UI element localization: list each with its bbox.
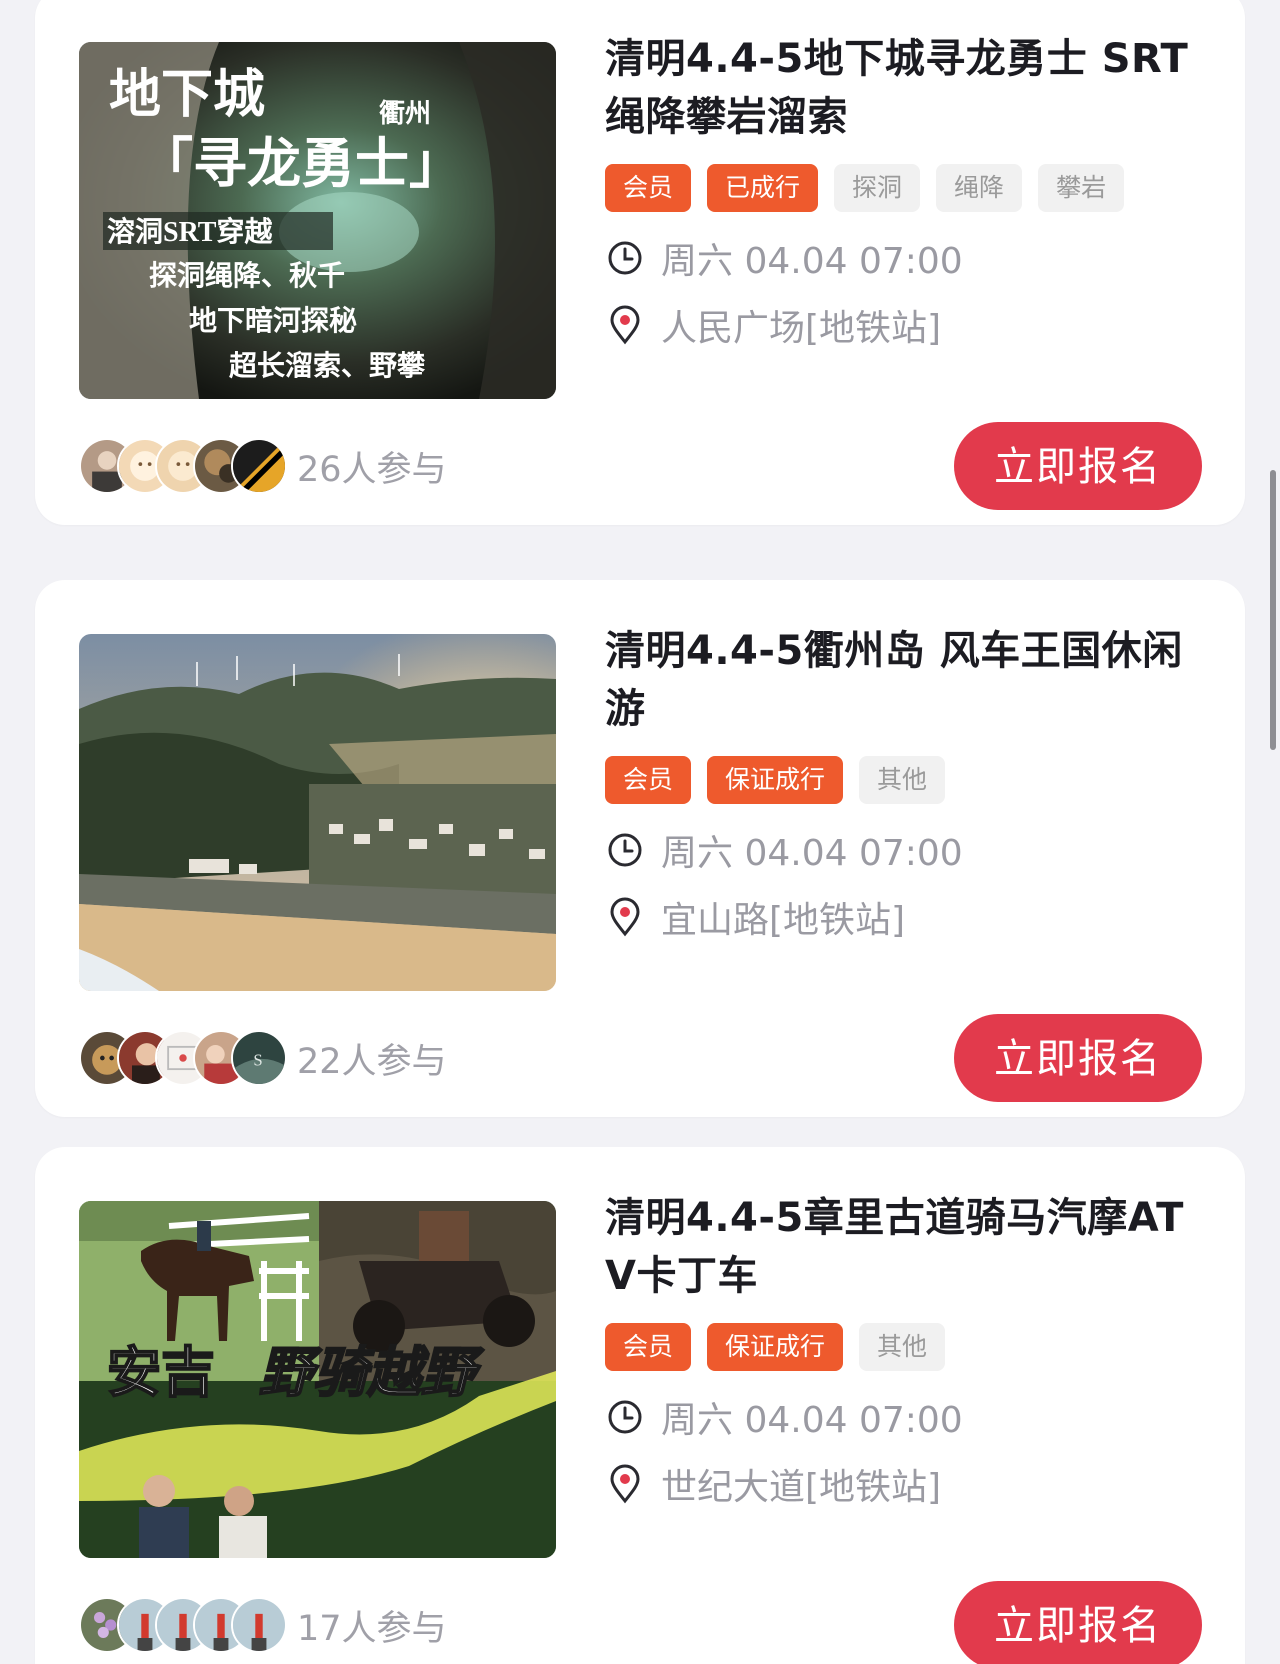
cover-line-text: 超长溜索、野攀 xyxy=(229,349,426,382)
activity-location-text: 世纪大道[地铁站] xyxy=(661,1467,942,1508)
location-pin-icon xyxy=(605,897,645,937)
activity-location: 人民广场[地铁站] xyxy=(605,299,941,351)
tag-list: 会员 已成行 探洞 绳降 攀岩 xyxy=(605,164,1125,212)
cover-subtitle-text: 野骑越野 xyxy=(259,1341,484,1404)
activity-card[interactable]: 清明4.4-5衢州岛 风车王国休闲游 会员 保证成行 其他 周六 04.04 0… xyxy=(35,580,1245,1117)
participant-avatars[interactable]: 26人参与 xyxy=(79,438,447,494)
location-pin-icon xyxy=(605,305,645,345)
signup-button[interactable]: 立即报名 xyxy=(954,1581,1202,1664)
activity-feed: 地下城 衢州 「寻龙勇士」 溶洞SRT穿越 探洞绳降、秋千 地下暗河探秘 超长溜… xyxy=(0,0,1280,1664)
cover-line-text: 溶洞SRT穿越 xyxy=(107,215,273,248)
participant-count: 26人参与 xyxy=(297,449,447,490)
activity-location: 宜山路[地铁站] xyxy=(605,891,905,943)
activity-card[interactable]: 地下城 衢州 「寻龙勇士」 溶洞SRT穿越 探洞绳降、秋千 地下暗河探秘 超长溜… xyxy=(35,0,1245,525)
activity-cover-image[interactable] xyxy=(79,634,556,991)
activity-title[interactable]: 清明4.4-5章里古道骑马汽摩ATV卡丁车 xyxy=(605,1189,1205,1305)
avatar xyxy=(231,1597,287,1653)
vertical-scrollbar[interactable] xyxy=(1270,470,1276,750)
activity-location-text: 宜山路[地铁站] xyxy=(661,900,906,941)
activity-cover-image[interactable]: 安吉 野骑越野 xyxy=(79,1201,556,1558)
island-cover-illustration xyxy=(79,634,556,991)
tag-badge: 会员 xyxy=(605,164,692,212)
tag-badge: 其他 xyxy=(859,756,946,804)
clock-icon xyxy=(605,830,645,870)
activity-card[interactable]: 安吉 野骑越野 清明4.4-5章里古道骑马汽摩ATV卡丁车 会员 保证成行 其他… xyxy=(35,1147,1245,1664)
avatar: S xyxy=(231,1030,287,1086)
participant-count: 17人参与 xyxy=(297,1608,447,1649)
tag-badge: 其他 xyxy=(859,1323,946,1371)
tag-badge: 会员 xyxy=(605,756,692,804)
participant-avatars[interactable]: S 22人参与 xyxy=(79,1030,447,1086)
activity-title[interactable]: 清明4.4-5地下城寻龙勇士 SRT绳降攀岩溜索 xyxy=(605,30,1205,146)
activity-time: 周六 04.04 07:00 xyxy=(605,824,963,876)
cover-line-text: 探洞绳降、秋千 xyxy=(149,259,345,292)
svg-text:S: S xyxy=(253,1050,262,1069)
tag-badge: 已成行 xyxy=(707,164,819,212)
activity-time-text: 周六 04.04 07:00 xyxy=(661,241,963,282)
activity-cover-image[interactable]: 地下城 衢州 「寻龙勇士」 溶洞SRT穿越 探洞绳降、秋千 地下暗河探秘 超长溜… xyxy=(79,42,556,399)
clock-icon xyxy=(605,238,645,278)
tag-badge: 保证成行 xyxy=(707,756,844,804)
tag-badge: 攀岩 xyxy=(1038,164,1125,212)
tag-badge: 保证成行 xyxy=(707,1323,844,1371)
cover-subtitle-text: 「寻龙勇士」 xyxy=(139,134,463,194)
location-pin-icon xyxy=(605,1464,645,1504)
activity-time: 周六 04.04 07:00 xyxy=(605,232,963,284)
cover-line-text: 地下暗河探秘 xyxy=(189,305,357,337)
avatar xyxy=(231,438,287,494)
participant-avatars[interactable]: 17人参与 xyxy=(79,1597,447,1653)
activity-location-text: 人民广场[地铁站] xyxy=(661,308,942,349)
cover-title-text: 安吉 xyxy=(107,1341,215,1404)
signup-button[interactable]: 立即报名 xyxy=(954,422,1202,510)
tag-badge: 会员 xyxy=(605,1323,692,1371)
tag-badge: 绳降 xyxy=(936,164,1023,212)
cover-title-text: 地下城 xyxy=(109,66,265,124)
participant-count: 22人参与 xyxy=(297,1041,447,1082)
offroad-cover-illustration: 安吉 野骑越野 xyxy=(79,1201,556,1558)
signup-button[interactable]: 立即报名 xyxy=(954,1014,1202,1102)
tag-badge: 探洞 xyxy=(834,164,921,212)
cover-city-text: 衢州 xyxy=(379,99,431,128)
activity-location: 世纪大道[地铁站] xyxy=(605,1458,941,1510)
cave-cover-illustration: 地下城 衢州 「寻龙勇士」 溶洞SRT穿越 探洞绳降、秋千 地下暗河探秘 超长溜… xyxy=(79,42,556,399)
activity-title[interactable]: 清明4.4-5衢州岛 风车王国休闲游 xyxy=(605,622,1205,738)
activity-time-text: 周六 04.04 07:00 xyxy=(661,1400,963,1441)
tag-list: 会员 保证成行 其他 xyxy=(605,1323,946,1371)
activity-time: 周六 04.04 07:00 xyxy=(605,1391,963,1443)
tag-list: 会员 保证成行 其他 xyxy=(605,756,946,804)
clock-icon xyxy=(605,1397,645,1437)
activity-time-text: 周六 04.04 07:00 xyxy=(661,833,963,874)
